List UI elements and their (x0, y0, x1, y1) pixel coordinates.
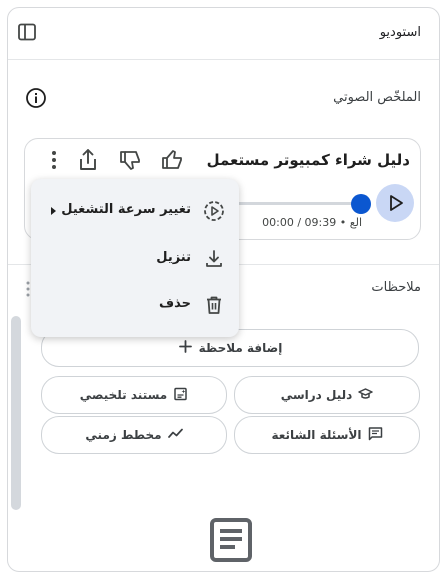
play-button[interactable] (376, 184, 414, 222)
menu-item-playback-speed[interactable]: تغيير سرعة التشغيل (31, 189, 239, 233)
briefing-doc-label: مستند تلخيصي (79, 388, 168, 402)
thumbs-up-icon[interactable] (159, 147, 185, 173)
scrollbar[interactable] (11, 316, 21, 510)
info-icon[interactable] (25, 87, 47, 109)
sidebar-toggle-icon[interactable] (17, 22, 37, 42)
time-total: 09:39 (304, 216, 337, 229)
submenu-arrow-icon (51, 207, 56, 215)
studio-header: استوديو (8, 8, 439, 60)
audio-card-title: دليل شراء كمبيوتر مستعمل (206, 151, 410, 169)
menu-item-delete[interactable]: حذف (31, 283, 239, 327)
timeline-button[interactable]: مخطط زمني (41, 416, 227, 454)
menu-item-download[interactable]: تنزيل (31, 237, 239, 281)
menu-item-label: تنزيل (156, 250, 191, 265)
trash-icon (203, 294, 225, 316)
share-icon[interactable] (75, 147, 101, 173)
notes-title: ملاحظات (371, 280, 421, 295)
download-icon (203, 248, 225, 270)
time-trailing-text: • الع (339, 216, 362, 229)
faq-button[interactable]: الأسئلة الشائعة (234, 416, 420, 454)
studio-title: استوديو (379, 25, 421, 40)
faq-icon (368, 426, 383, 444)
document-icon (207, 516, 255, 564)
menu-item-label: حذف (159, 296, 191, 311)
school-icon (358, 386, 374, 404)
playback-speed-icon (203, 200, 225, 222)
study-guide-button[interactable]: دليل دراسي (234, 376, 420, 414)
study-guide-label: دليل دراسي (280, 388, 353, 402)
time-readout: 00:00 / 09:39 • الع (262, 216, 362, 229)
drag-handle-icon[interactable] (26, 281, 30, 297)
thumbs-down-icon[interactable] (117, 147, 143, 173)
timeline-label: مخطط زمني (85, 428, 162, 442)
menu-item-label: تغيير سرعة التشغيل (61, 202, 191, 217)
faq-label: الأسئلة الشائعة (271, 428, 362, 442)
timeline-icon (167, 426, 183, 444)
briefing-doc-button[interactable]: مستند تلخيصي (41, 376, 227, 414)
progress-knob[interactable] (351, 194, 371, 214)
more-options-icon[interactable] (41, 147, 67, 173)
summary-doc-icon (173, 386, 188, 404)
time-elapsed: 00:00 (262, 216, 294, 229)
plus-icon (178, 339, 193, 357)
add-note-label: إضافة ملاحظة (198, 341, 283, 355)
options-menu: تغيير سرعة التشغيل تنزيل حذف (31, 179, 239, 337)
audio-overview-title: الملخّص الصوتي (333, 90, 421, 105)
